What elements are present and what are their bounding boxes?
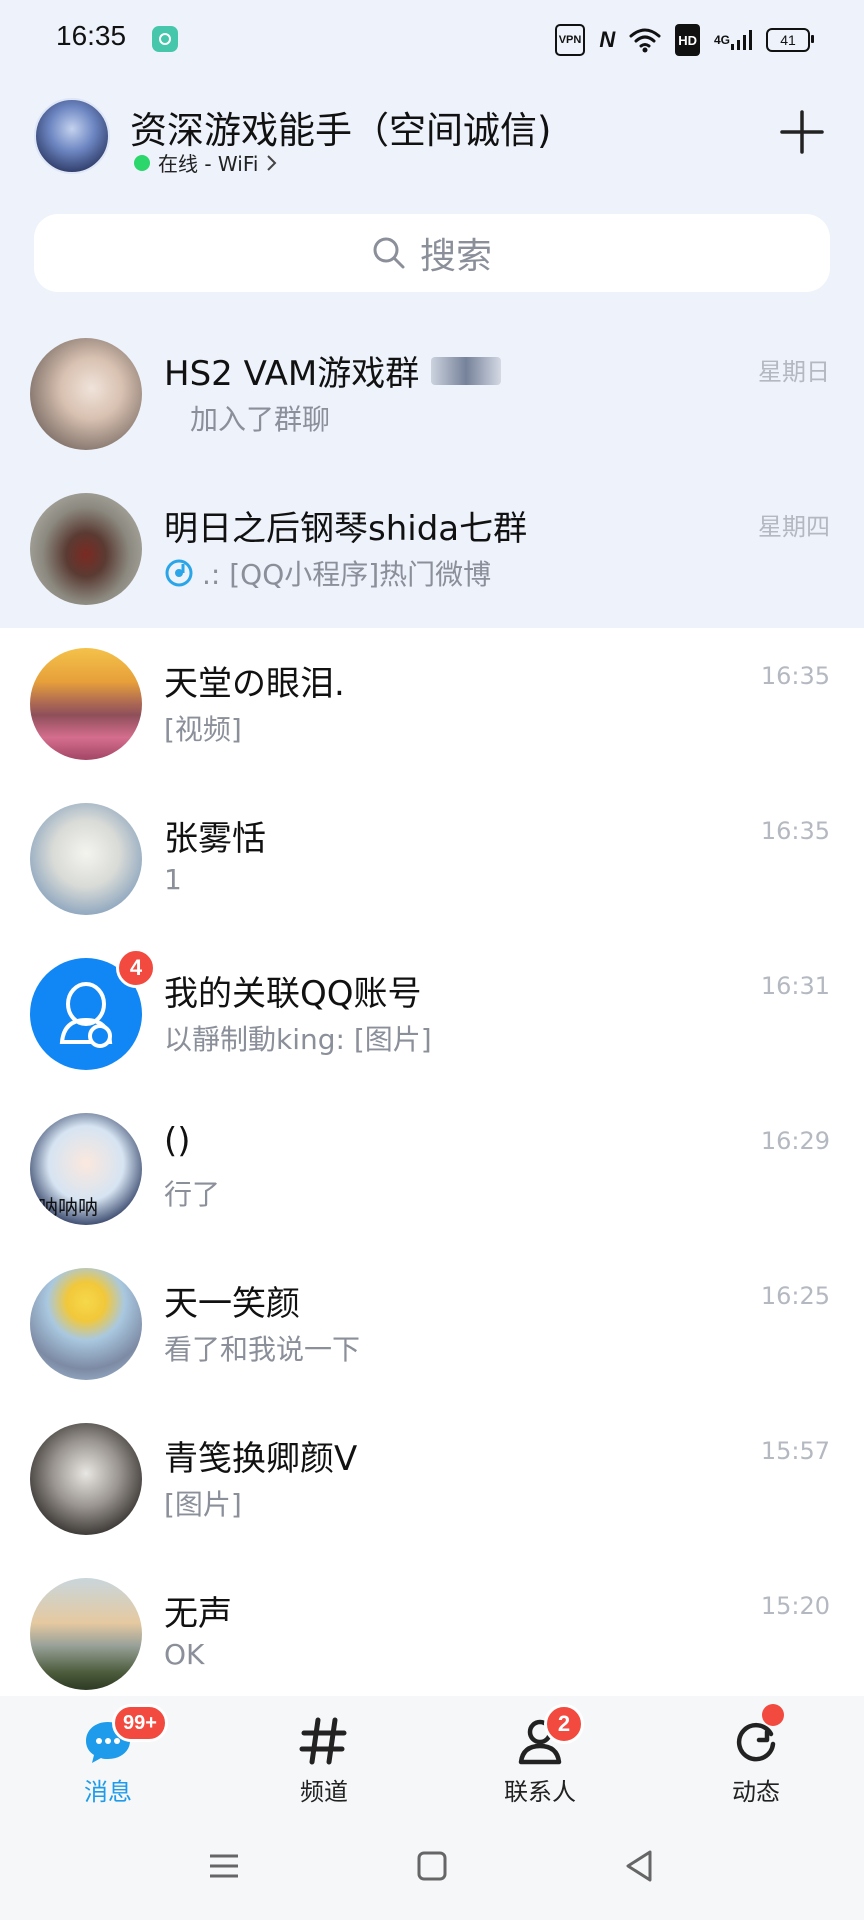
conversation-preview: 1 — [164, 863, 182, 896]
conversation-title: 我的关联QQ账号 — [164, 974, 422, 1014]
hd-icon: HD — [675, 24, 700, 56]
messages-badge: 99+ — [112, 1704, 168, 1742]
home-icon[interactable] — [412, 1846, 452, 1886]
back-icon[interactable] — [620, 1846, 660, 1886]
avatar-caption: 呐呐呐 — [38, 1195, 98, 1219]
online-status-label: 在线 - WiFi — [158, 152, 259, 176]
cellular-signal-icon: 4G — [714, 26, 752, 54]
signal-bars-icon — [731, 30, 752, 50]
tab-contacts-label: 联系人 — [504, 1778, 576, 1806]
conversation-title: () — [164, 1121, 191, 1161]
conversation-preview: 加入了群聊 — [190, 403, 331, 436]
conversation-preview: 看了和我说一下 — [164, 1333, 361, 1366]
group-logo-icon — [431, 356, 502, 385]
conversation-time: 15:57 — [760, 1437, 830, 1465]
conversation-preview: [图片] — [164, 1488, 242, 1521]
conversation-time: 星期日 — [758, 358, 830, 386]
app-notification-icon — [152, 26, 178, 52]
conversation-avatar: 呐呐呐 — [30, 1113, 142, 1225]
conversation-time: 16:35 — [760, 662, 830, 690]
conversation-title: 明日之后钢琴shida七群 — [164, 509, 528, 549]
add-button[interactable] — [780, 110, 824, 154]
system-navigation-bar — [0, 1816, 864, 1920]
conversation-title: 天堂の眼泪. — [164, 664, 345, 704]
conversation-preview-text: .: [QQ小程序]热门微博 — [202, 558, 492, 591]
conversation-item[interactable]: 天堂の眼泪. [视频] 16:35 — [0, 618, 864, 773]
conversation-avatar — [30, 338, 142, 450]
bottom-navigation: 消息 99+ 频道 联系人 2 动态 — [0, 1696, 864, 1816]
conversation-time: 16:31 — [760, 972, 830, 1000]
search-placeholder: 搜索 — [419, 236, 492, 277]
conversation-avatar — [30, 1423, 142, 1535]
hashtag-icon — [299, 1717, 347, 1765]
conversation-preview: 以靜制動king: [图片] — [164, 1023, 432, 1056]
conversation-preview: 行了 — [164, 1178, 221, 1211]
conversation-title-text: HS2 VAM游戏群 — [164, 354, 420, 394]
battery-icon: 41 — [766, 28, 814, 52]
tab-moments-label: 动态 — [732, 1778, 780, 1806]
conversation-time: 16:35 — [760, 817, 830, 845]
moments-dot-badge — [762, 1704, 784, 1726]
conversation-item[interactable]: 明日之后钢琴shida七群 .: [QQ小程序]热门微博 星期四 — [0, 463, 864, 618]
nfc-icon: N — [599, 27, 616, 52]
online-status[interactable]: 在线 - WiFi — [134, 148, 278, 177]
conversation-time: 15:20 — [760, 1592, 830, 1620]
menu-icon[interactable] — [204, 1846, 244, 1886]
conversation-avatar — [30, 493, 142, 605]
contacts-badge: 2 — [544, 1704, 584, 1744]
conversation-item[interactable]: HS2 VAM游戏群 加入了群聊 星期日 — [0, 308, 864, 463]
status-time: 16:35 — [56, 20, 127, 51]
conversation-avatar — [30, 1268, 142, 1380]
tab-contacts[interactable]: 联系人 2 — [480, 1696, 600, 1816]
conversation-item[interactable]: 4 我的关联QQ账号 以靜制動king: [图片] 16:31 — [0, 928, 864, 1083]
vpn-icon: VPN — [554, 24, 586, 56]
conversation-title: 青笺换卿颜V — [164, 1439, 358, 1479]
wifi-icon — [629, 28, 661, 53]
tab-messages[interactable]: 消息 99+ — [48, 1696, 168, 1816]
conversation-title: 张雾恬 — [164, 819, 266, 859]
conversation-preview: OK — [164, 1638, 205, 1671]
conversation-preview: [视频] — [164, 713, 242, 746]
conversation-avatar — [30, 1578, 142, 1690]
network-type: 4G — [713, 33, 730, 47]
tab-moments[interactable]: 动态 — [696, 1696, 816, 1816]
conversation-item[interactable]: 呐呐呐 () 行了 16:29 — [0, 1083, 864, 1238]
tab-messages-label: 消息 — [84, 1778, 132, 1806]
conversation-title: 天一笑颜 — [164, 1284, 300, 1324]
conversation-title: HS2 VAM游戏群 — [164, 346, 502, 395]
conversation-preview: .: [QQ小程序]热门微博 — [164, 553, 491, 593]
tab-channels-label: 频道 — [300, 1778, 348, 1806]
chevron-right-icon — [267, 154, 277, 171]
conversation-item[interactable]: 无声 OK 15:20 — [0, 1548, 864, 1703]
unread-badge: 4 — [116, 948, 156, 988]
mini-program-icon — [165, 559, 193, 587]
conversation-avatar — [30, 648, 142, 760]
conversation-avatar — [30, 803, 142, 915]
status-icons: VPN N HD 4G 41 — [554, 24, 814, 56]
online-dot-icon — [134, 154, 150, 171]
profile-name[interactable]: 资深游戏能手（空间诚信) — [130, 100, 551, 154]
conversation-time: 16:29 — [760, 1127, 830, 1155]
search-input[interactable]: 搜索 — [34, 214, 830, 292]
conversation-time: 星期四 — [758, 513, 830, 541]
conversation-item[interactable]: 天一笑颜 看了和我说一下 16:25 — [0, 1238, 864, 1393]
conversation-title: 无声 — [164, 1594, 232, 1634]
conversation-item[interactable]: 张雾恬 1 16:35 — [0, 773, 864, 928]
conversation-time: 16:25 — [760, 1282, 830, 1310]
search-icon — [373, 237, 405, 269]
tab-channels[interactable]: 频道 — [264, 1696, 384, 1816]
conversation-item[interactable]: 青笺换卿颜V [图片] 15:57 — [0, 1393, 864, 1548]
profile-avatar[interactable] — [34, 98, 110, 174]
status-bar: 16:35 VPN N HD 4G 41 — [0, 0, 864, 80]
